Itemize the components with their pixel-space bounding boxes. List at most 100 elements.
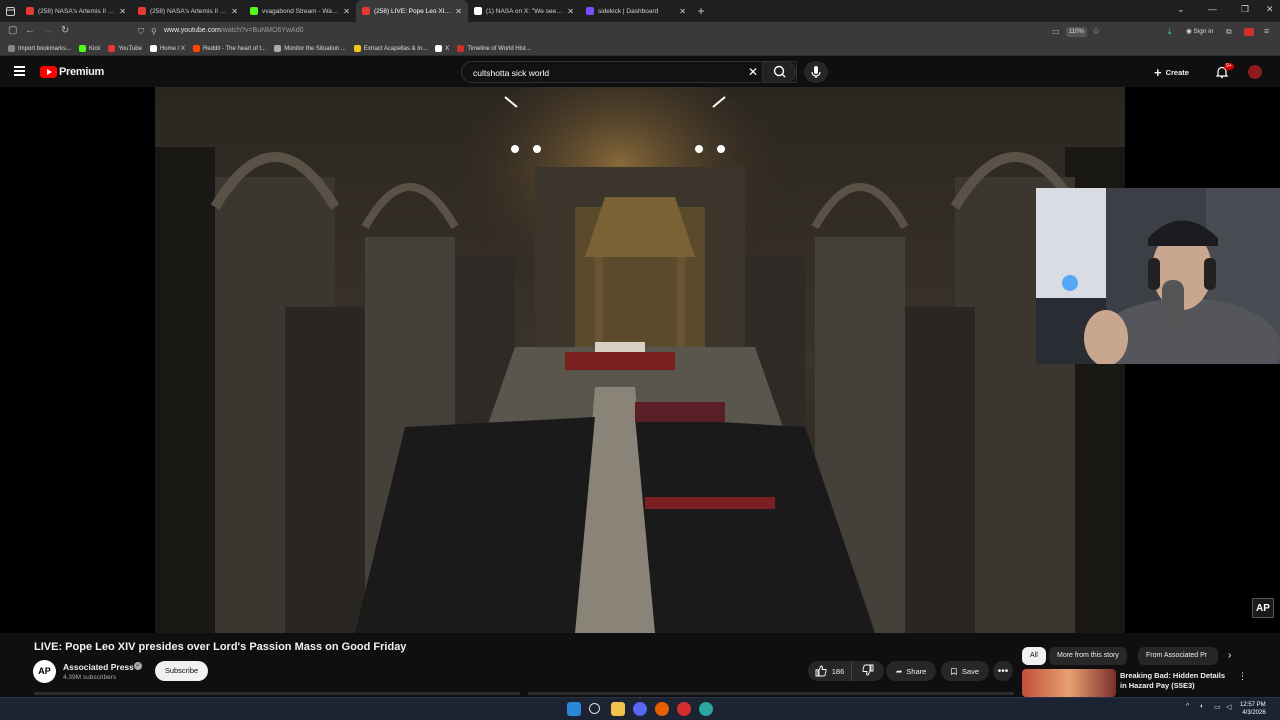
sidebar-toggle-icon[interactable]: ▢ <box>8 25 17 36</box>
maximize-icon[interactable]: ❐ <box>1241 4 1249 15</box>
browser-tab[interactable]: vvagabond Stream - Watch Liv✕ <box>244 0 356 22</box>
tray-overflow-icon[interactable]: ^ <box>1186 703 1189 710</box>
share-label: Share <box>906 666 927 676</box>
avatar[interactable] <box>1248 65 1262 79</box>
logo-text: Premium <box>59 66 104 78</box>
bookmark-item[interactable]: Reddit - The heart of t... <box>192 45 266 52</box>
bookmark-item[interactable]: Home / X <box>149 45 185 52</box>
discord-icon[interactable] <box>633 702 647 716</box>
description-box-edge <box>34 692 520 695</box>
browser-icon[interactable] <box>655 702 669 716</box>
tray-app-icon[interactable]: ◐ <box>1200 703 1204 710</box>
share-button[interactable]: ➦ Share <box>886 661 936 681</box>
bookmark-favicon-icon <box>8 45 15 52</box>
bookmark-item[interactable]: Kick <box>79 45 100 52</box>
chip-all[interactable]: All <box>1022 647 1046 665</box>
more-actions-button[interactable]: ••• <box>993 661 1013 681</box>
bookmark-favicon-icon <box>457 45 465 52</box>
bookmark-item[interactable]: X <box>435 45 449 52</box>
chevron-right-icon[interactable]: › <box>1228 650 1231 661</box>
start-icon[interactable] <box>567 702 581 716</box>
channel-avatar[interactable]: AP <box>33 660 56 683</box>
subscribe-button[interactable]: Subscribe <box>155 661 208 681</box>
sign-in-button[interactable]: ◉ Sign in <box>1186 27 1213 35</box>
site-settings-icon[interactable]: ⚲ <box>151 27 157 36</box>
search-icon[interactable] <box>589 703 600 714</box>
network-icon[interactable]: ▭ <box>1214 703 1221 711</box>
system-clock[interactable]: 12:57 PM 4/3/2026 <box>1240 701 1266 717</box>
bookmark-item[interactable]: Import bookmarks... <box>8 45 71 52</box>
tab-actions-icon[interactable] <box>0 0 20 22</box>
search-box[interactable]: cultshotta sick world ✕ <box>461 61 797 83</box>
bookmark-star-icon[interactable]: ☆ <box>1092 26 1100 37</box>
video-player[interactable]: AP <box>0 87 1280 633</box>
bookmark-favicon-icon <box>108 45 116 52</box>
browser-tab[interactable]: (258) NASA's Artemis II Live Mi ✕ <box>20 0 132 22</box>
bookmark-item[interactable]: Timeline of World Hist... <box>457 45 531 52</box>
bookmark-label: Monitor the Situation ... <box>284 45 346 52</box>
tab-search-icon[interactable]: ⌄ <box>1177 4 1185 15</box>
recommendation-title[interactable]: Breaking Bad: Hidden Details in Hazard P… <box>1120 671 1232 691</box>
tab-close-icon[interactable]: ✕ <box>343 7 350 16</box>
app-icon[interactable] <box>677 702 691 716</box>
tab-close-icon[interactable]: ✕ <box>119 7 126 16</box>
cast-icon[interactable]: ▭ <box>1052 27 1060 36</box>
tab-list: (258) NASA's Artemis II Live Mi✕(258) NA… <box>20 0 692 22</box>
tab-favicon-icon <box>586 7 594 15</box>
create-label: Create <box>1165 67 1189 77</box>
tab-close-icon[interactable]: ✕ <box>455 7 462 16</box>
back-icon[interactable]: ← <box>25 25 35 36</box>
bookmark-item[interactable]: Monitor the Situation ... <box>274 45 346 52</box>
new-tab-button[interactable]: + <box>692 4 710 18</box>
youtube-logo[interactable]: Premium <box>40 66 104 78</box>
chip-more-from-story[interactable]: More from this story <box>1049 647 1127 665</box>
site-info-icon[interactable]: ⛉ <box>138 27 144 37</box>
chip-from-associated-press[interactable]: From Associated Pr <box>1138 647 1218 665</box>
channel-watermark[interactable]: AP <box>1252 598 1274 618</box>
dislike-button[interactable] <box>852 664 884 678</box>
bookmark-favicon-icon <box>274 45 282 52</box>
tab-favicon-icon <box>474 7 482 15</box>
clear-search-icon[interactable]: ✕ <box>748 65 758 79</box>
download-icon[interactable]: ⤓ <box>1168 27 1172 37</box>
search-button[interactable] <box>762 61 796 83</box>
file-explorer-icon[interactable] <box>611 702 625 716</box>
like-button[interactable]: 186 <box>808 661 852 681</box>
tab-close-icon[interactable]: ✕ <box>567 7 574 16</box>
url-field[interactable]: www.youtube.com/watch?v=BuNMO6YwAd0 <box>164 27 304 34</box>
browser-tab[interactable]: (258) NASA's Artemis II Live Mi ✕ <box>132 0 244 22</box>
bookmark-item[interactable]: YouTube <box>108 45 142 52</box>
save-button[interactable]: Save <box>941 661 989 681</box>
browser-tab[interactable]: (258) LIVE: Pope Leo XIV p ✕ <box>356 0 468 22</box>
tab-favicon-icon <box>138 7 146 15</box>
volume-icon[interactable]: ◁ <box>1226 703 1231 711</box>
forward-icon[interactable]: → <box>43 25 53 36</box>
recommendation-thumbnail[interactable] <box>1022 669 1116 697</box>
tab-close-icon[interactable]: ✕ <box>231 7 238 16</box>
reload-icon[interactable]: ↻ <box>61 25 69 36</box>
search-input[interactable]: cultshotta sick world <box>473 68 549 78</box>
recommendation-menu-icon[interactable]: ⋮ <box>1238 671 1247 682</box>
extension-badge-icon[interactable] <box>1244 28 1254 36</box>
channel-name[interactable]: Associated Press <box>63 662 134 672</box>
create-button[interactable]: + Create <box>1154 63 1189 81</box>
extensions-icon[interactable]: ⧉ <box>1226 27 1232 37</box>
tab-favicon-icon <box>362 7 370 15</box>
edge-icon[interactable] <box>699 702 713 716</box>
browser-menu-icon[interactable]: ≡ <box>1264 26 1269 36</box>
streamer-webcam-overlay <box>1036 188 1280 364</box>
voice-search-button[interactable] <box>804 61 828 83</box>
browser-tab[interactable]: (1) NASA on X: "We see our ho ✕ <box>468 0 580 22</box>
close-window-icon[interactable]: ✕ <box>1266 4 1274 15</box>
bookmark-item[interactable]: Extract Acapellas & In... <box>353 45 427 52</box>
menu-icon[interactable] <box>14 66 25 76</box>
minimize-icon[interactable]: — <box>1208 4 1217 14</box>
search-icon <box>773 65 786 78</box>
video-frame[interactable] <box>155 87 1125 633</box>
youtube-play-icon <box>40 66 57 78</box>
verified-icon: ✓ <box>134 662 142 670</box>
browser-tab[interactable]: sidekick | Dashboard ✕ <box>580 0 692 22</box>
tab-close-icon[interactable]: ✕ <box>679 7 686 16</box>
tab-title: (258) NASA's Artemis II Live Mi <box>150 7 227 15</box>
zoom-indicator[interactable]: 110% <box>1066 27 1087 37</box>
